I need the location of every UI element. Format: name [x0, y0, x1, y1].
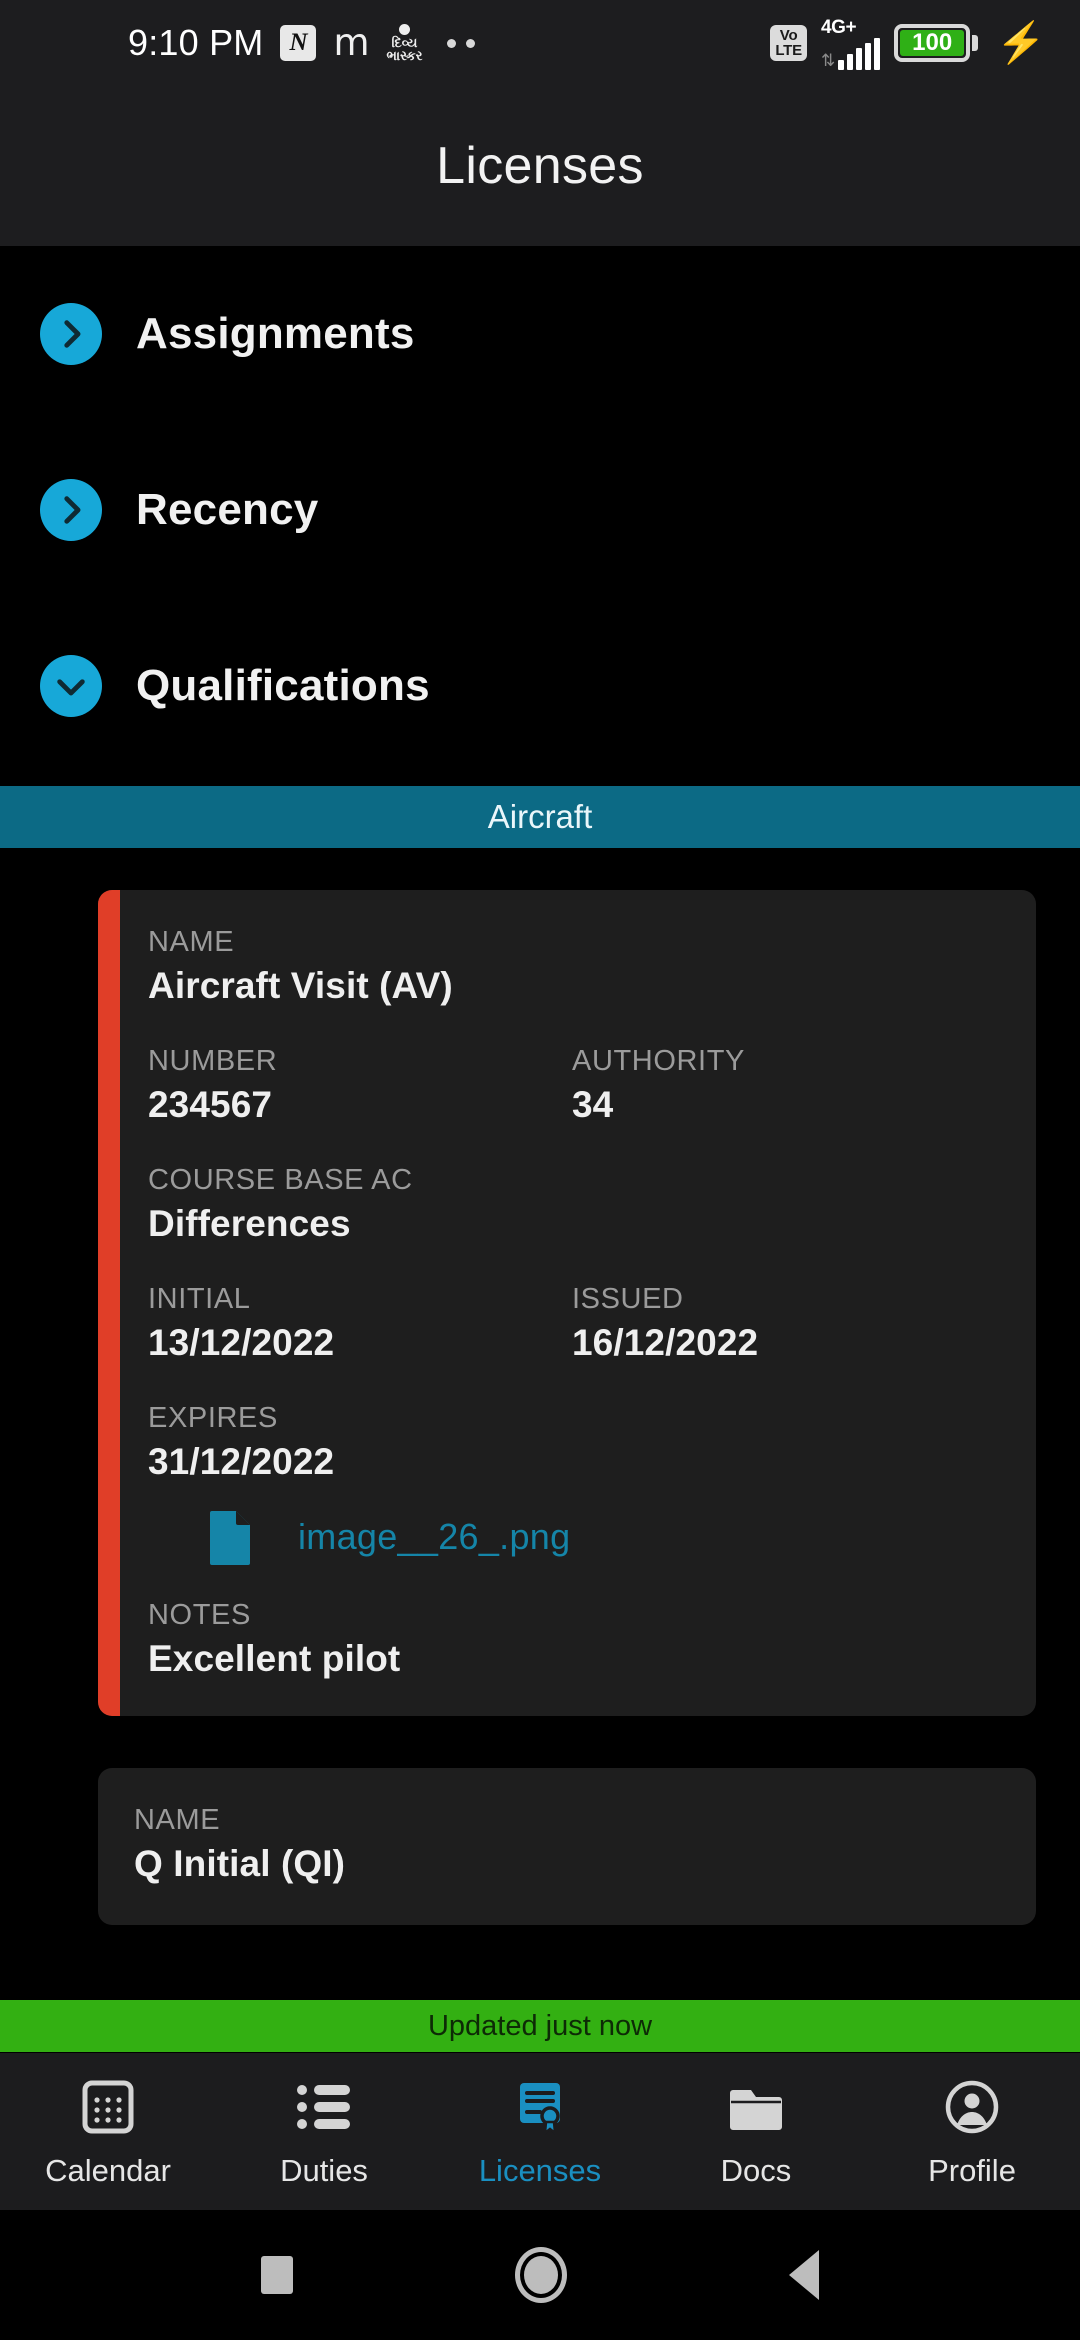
field-name: NAME Aircraft Visit (AV) — [148, 926, 996, 1007]
app-bar: Licenses — [0, 86, 1080, 246]
field-name-value-2: Q Initial (QI) — [134, 1843, 346, 1884]
notification-news-logo-icon: દિવ્ય ભાસ્કર — [386, 24, 423, 63]
license-card-2[interactable]: NAME Q Initial (QI) — [98, 1768, 1036, 1925]
field-name-label-2: NAME — [134, 1804, 221, 1836]
field-notes: NOTES Excellent pilot — [148, 1599, 996, 1680]
volte-line1: Vo — [779, 26, 798, 44]
bottom-navigation-bar: Calendar Duties Licenses Docs Profile — [0, 2052, 1080, 2210]
nav-item-duties-label: Duties — [280, 2152, 368, 2188]
data-arrows-icon: ⇅ — [820, 50, 836, 70]
system-navigation-bar — [0, 2210, 1080, 2340]
nav-item-profile-label: Profile — [928, 2152, 1016, 2188]
field-course-base-ac-value: Differences — [148, 1203, 351, 1244]
status-bar-left: 9:10 PM N m દિવ્ય ભાસ્કર — [128, 21, 476, 65]
nav-item-licenses-label: Licenses — [478, 2152, 602, 2188]
field-name-label: NAME — [148, 926, 235, 958]
nav-item-licenses[interactable]: Licenses — [432, 2075, 648, 2189]
chevron-down-icon[interactable] — [40, 655, 102, 717]
news-logo-dot — [398, 24, 410, 35]
chevron-right-icon[interactable] — [40, 303, 102, 365]
field-name-value: Aircraft Visit (AV) — [148, 965, 453, 1006]
section-band-aircraft: Aircraft — [0, 786, 1080, 848]
volte-line2: LTE — [775, 42, 802, 59]
signal-indicator: 4G+ ⇅ — [820, 16, 881, 70]
accordion-recency[interactable]: Recency — [0, 422, 1080, 598]
license-card[interactable]: NAME Aircraft Visit (AV) NUMBER 234567 A… — [98, 890, 1036, 1716]
nav-item-docs[interactable]: Docs — [648, 2075, 864, 2189]
updated-status-banner: Updated just now — [0, 2000, 1080, 2052]
field-row-number-authority: NUMBER 234567 AUTHORITY 34 — [148, 1045, 996, 1126]
news-logo-line2: ભાસ્કર — [386, 48, 423, 63]
accordion-recency-label: Recency — [136, 485, 319, 534]
attachment-file-name[interactable]: image__26_.png — [298, 1516, 570, 1558]
circle-icon[interactable] — [515, 2247, 567, 2303]
field-course-base-ac-label: COURSE BASE AC — [148, 1164, 413, 1196]
field-notes-label: NOTES — [148, 1599, 251, 1631]
status-bar: 9:10 PM N m દિવ્ય ભાસ્કર Vo LTE 4G+ ⇅ 10… — [0, 0, 1080, 86]
notification-badge-n-icon: N — [280, 25, 317, 61]
scroll-content[interactable]: Assignments Recency Qualifications Aircr… — [0, 246, 1080, 2000]
calendar-icon — [82, 2075, 134, 2139]
status-bar-right: Vo LTE 4G+ ⇅ 100 ⚡ — [770, 17, 1046, 70]
square-icon[interactable] — [261, 2256, 293, 2294]
notification-overflow-dots-icon — [447, 38, 476, 48]
field-authority-label: AUTHORITY — [572, 1045, 745, 1077]
list-icon — [296, 2075, 352, 2139]
field-name-2: NAME Q Initial (QI) — [134, 1804, 996, 1885]
field-expires-value: 31/12/2022 — [148, 1441, 335, 1482]
accordion-qualifications[interactable]: Qualifications — [0, 598, 1080, 774]
status-bar-clock: 9:10 PM — [128, 22, 264, 63]
license-card-container: NAME Aircraft Visit (AV) NUMBER 234567 A… — [0, 848, 1080, 1716]
field-issued-value: 16/12/2022 — [572, 1322, 759, 1363]
field-row-initial-issued: INITIAL 13/12/2022 ISSUED 16/12/2022 — [148, 1283, 996, 1364]
updated-status-label: Updated just now — [427, 2009, 653, 2042]
field-notes-value: Excellent pilot — [148, 1638, 401, 1679]
account-circle-icon — [944, 2075, 1000, 2139]
charging-bolt-icon: ⚡ — [996, 21, 1046, 65]
nav-item-calendar-label: Calendar — [45, 2152, 171, 2188]
accordion-qualifications-label: Qualifications — [136, 661, 430, 710]
nav-item-profile[interactable]: Profile — [864, 2075, 1080, 2189]
phone-screen: 9:10 PM N m દિવ્ય ભાસ્કર Vo LTE 4G+ ⇅ 10… — [0, 0, 1080, 2340]
field-expires: EXPIRES 31/12/2022 — [148, 1402, 996, 1483]
folder-icon — [729, 2075, 783, 2139]
field-number-value: 234567 — [148, 1084, 273, 1125]
triangle-left-icon[interactable] — [789, 2250, 819, 2300]
volte-icon: Vo LTE — [770, 24, 807, 62]
battery-icon: 100 — [894, 24, 979, 62]
attachment-row[interactable]: image__26_.png — [208, 1509, 996, 1565]
nav-item-duties[interactable]: Duties — [216, 2075, 432, 2189]
document-file-icon — [208, 1509, 254, 1565]
signal-bars-icon — [838, 37, 881, 70]
field-issued: ISSUED 16/12/2022 — [572, 1283, 996, 1364]
field-issued-label: ISSUED — [572, 1283, 684, 1315]
section-band-label: Aircraft — [487, 798, 593, 835]
field-initial: INITIAL 13/12/2022 — [148, 1283, 572, 1364]
network-type-label: 4G+ — [820, 16, 857, 38]
notification-m-icon: m — [333, 21, 370, 65]
field-initial-value: 13/12/2022 — [148, 1322, 335, 1363]
accordion-assignments-label: Assignments — [136, 309, 415, 358]
field-authority-value: 34 — [572, 1084, 614, 1125]
license-card-container-2: NAME Q Initial (QI) — [0, 1716, 1080, 1925]
field-expires-label: EXPIRES — [148, 1402, 278, 1434]
battery-percent-label: 100 — [900, 29, 965, 56]
nav-item-docs-label: Docs — [720, 2152, 792, 2188]
field-number-label: NUMBER — [148, 1045, 278, 1077]
accordion-assignments[interactable]: Assignments — [0, 246, 1080, 422]
nav-item-calendar[interactable]: Calendar — [0, 2075, 216, 2189]
field-authority: AUTHORITY 34 — [572, 1045, 996, 1126]
field-initial-label: INITIAL — [148, 1283, 251, 1315]
page-title: Licenses — [436, 137, 644, 195]
certificate-icon — [512, 2075, 568, 2139]
field-number: NUMBER 234567 — [148, 1045, 572, 1126]
field-course-base-ac: COURSE BASE AC Differences — [148, 1164, 996, 1245]
chevron-right-icon[interactable] — [40, 479, 102, 541]
